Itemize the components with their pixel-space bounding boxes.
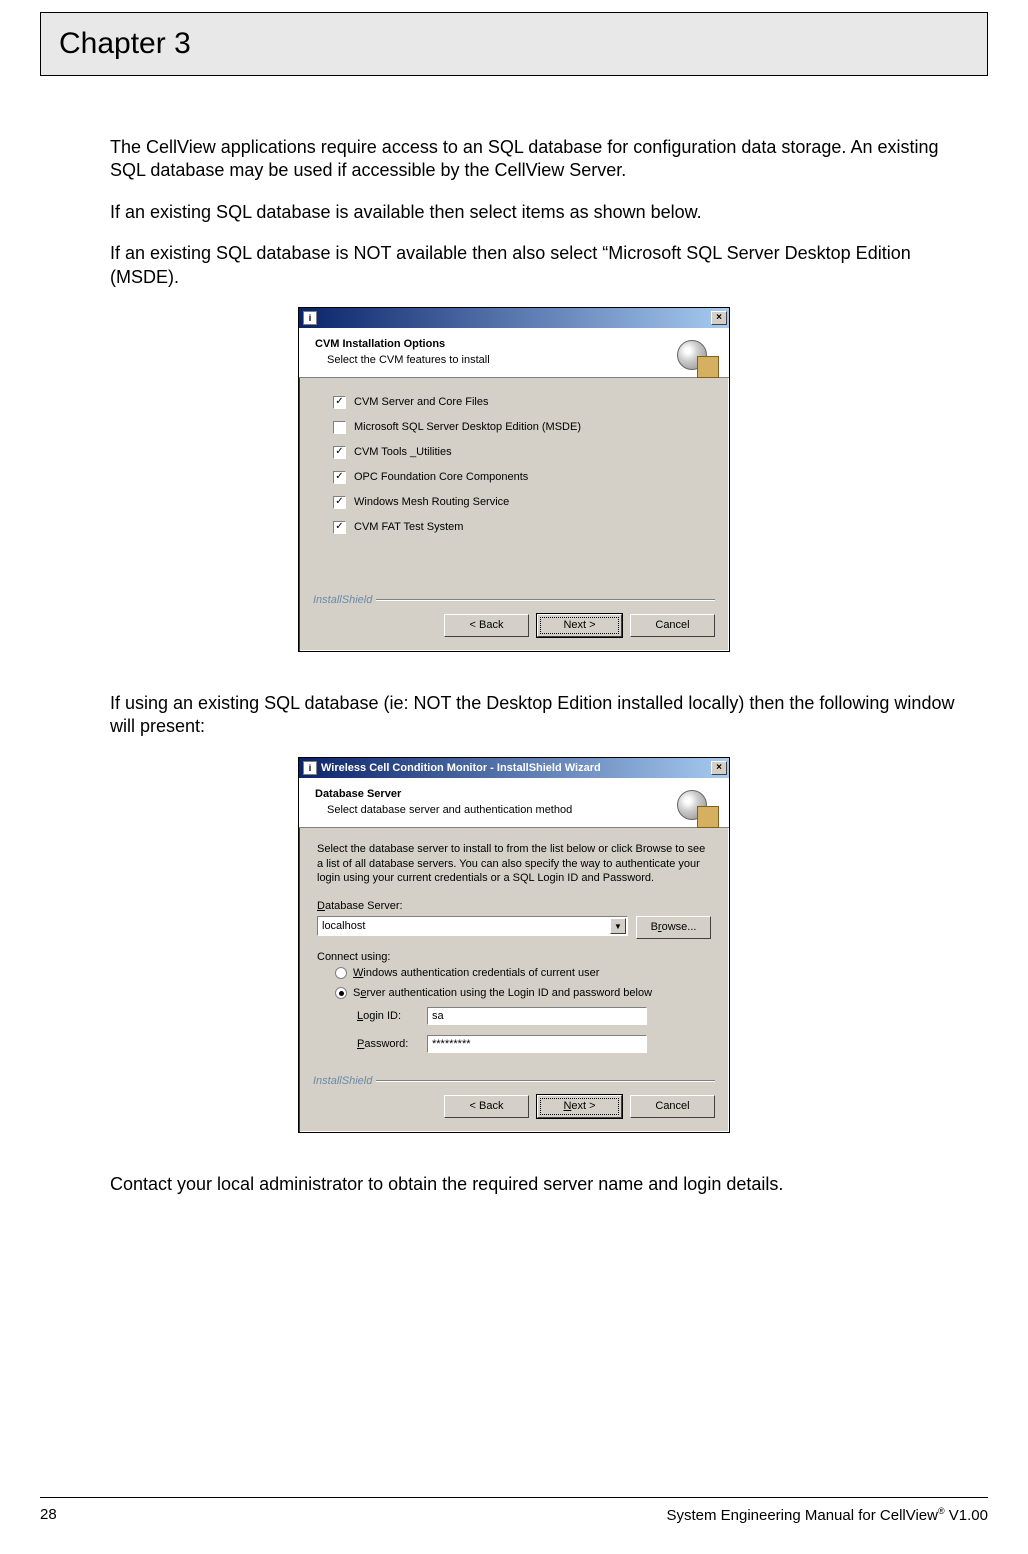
paragraph: The CellView applications require access… — [110, 136, 978, 183]
chapter-header: Chapter 3 — [40, 12, 988, 76]
chevron-down-icon[interactable]: ▼ — [610, 918, 626, 934]
checkbox-icon[interactable]: ✓ — [333, 496, 346, 509]
checkbox-label: Windows Mesh Routing Service — [354, 496, 509, 508]
browse-button[interactable]: Browse... — [636, 916, 711, 939]
title-icon: i — [303, 761, 317, 775]
dialog-footer: InstallShield < Back Next > Cancel — [299, 1069, 729, 1132]
checkbox-label: CVM FAT Test System — [354, 521, 463, 533]
paragraph: Contact your local administrator to obta… — [110, 1173, 978, 1196]
checkbox-row[interactable]: ✓ CVM Tools _Utilities — [333, 446, 711, 459]
close-icon[interactable]: × — [711, 761, 727, 775]
chapter-title: Chapter 3 — [59, 27, 969, 61]
doc-title: System Engineering Manual for CellView® … — [666, 1506, 988, 1524]
checkbox-row[interactable]: ✓ OPC Foundation Core Components — [333, 471, 711, 484]
checkbox-label: CVM Server and Core Files — [354, 396, 489, 408]
dialog-subtitle: Select the CVM features to install — [327, 354, 715, 366]
dialog-header: CVM Installation Options Select the CVM … — [299, 328, 729, 378]
installer-art-icon — [671, 784, 719, 828]
titlebar: i × — [299, 308, 729, 328]
dialog-subtitle: Select database server and authenticatio… — [327, 804, 715, 816]
page-number: 28 — [40, 1506, 57, 1524]
checkbox-row[interactable]: ✓ Windows Mesh Routing Service — [333, 496, 711, 509]
dialog-description: Select the database server to install to… — [317, 842, 711, 887]
db-server-label: Database Server: — [317, 900, 711, 912]
checkbox-icon[interactable] — [333, 421, 346, 434]
checkbox-icon[interactable]: ✓ — [333, 521, 346, 534]
checkbox-label: CVM Tools _Utilities — [354, 446, 452, 458]
radio-icon[interactable] — [335, 987, 347, 999]
dialog-body: Select the database server to install to… — [299, 828, 729, 1070]
titlebar-text: Wireless Cell Condition Monitor - Instal… — [321, 762, 601, 774]
installshield-label: InstallShield — [313, 1075, 372, 1087]
radio-server-auth[interactable]: Server authentication using the Login ID… — [335, 987, 711, 999]
close-icon[interactable]: × — [711, 311, 727, 325]
cancel-button[interactable]: Cancel — [630, 614, 715, 637]
checkbox-row[interactable]: Microsoft SQL Server Desktop Edition (MS… — [333, 421, 711, 434]
radio-icon[interactable] — [335, 967, 347, 979]
dialog-title: Database Server — [315, 788, 715, 800]
checkbox-label: OPC Foundation Core Components — [354, 471, 528, 483]
db-server-combo[interactable]: localhost ▼ — [317, 916, 628, 936]
dialog-footer: InstallShield < Back Next > Cancel — [299, 588, 729, 651]
checkbox-label: Microsoft SQL Server Desktop Edition (MS… — [354, 421, 581, 433]
back-button[interactable]: < Back — [444, 1095, 529, 1118]
login-id-input[interactable]: sa — [427, 1007, 647, 1025]
radio-windows-auth[interactable]: Windows authentication credentials of cu… — [335, 967, 711, 979]
password-label: Password: — [357, 1038, 427, 1050]
cancel-button[interactable]: Cancel — [630, 1095, 715, 1118]
checkbox-row[interactable]: ✓ CVM Server and Core Files — [333, 396, 711, 409]
dialog-cvm-installation-options: i × CVM Installation Options Select the … — [298, 307, 730, 652]
title-icon: i — [303, 311, 317, 325]
installer-art-icon — [671, 334, 719, 378]
checkbox-icon[interactable]: ✓ — [333, 446, 346, 459]
login-id-label: Login ID: — [357, 1010, 427, 1022]
paragraph: If an existing SQL database is NOT avail… — [110, 242, 978, 289]
password-input[interactable]: ********* — [427, 1035, 647, 1053]
divider — [376, 599, 715, 601]
next-button[interactable]: Next > — [537, 614, 622, 637]
dialog-title: CVM Installation Options — [315, 338, 715, 350]
page-footer: 28 System Engineering Manual for CellVie… — [40, 1497, 988, 1524]
divider — [376, 1080, 715, 1082]
back-button[interactable]: < Back — [444, 614, 529, 637]
paragraph: If using an existing SQL database (ie: N… — [110, 692, 978, 739]
checkbox-icon[interactable]: ✓ — [333, 396, 346, 409]
connect-using-label: Connect using: — [317, 951, 711, 963]
next-button[interactable]: Next > — [537, 1095, 622, 1118]
checkbox-icon[interactable]: ✓ — [333, 471, 346, 484]
titlebar: i Wireless Cell Condition Monitor - Inst… — [299, 758, 729, 778]
checkbox-row[interactable]: ✓ CVM FAT Test System — [333, 521, 711, 534]
dialog-header: Database Server Select database server a… — [299, 778, 729, 828]
dialog-database-server: i Wireless Cell Condition Monitor - Inst… — [298, 757, 730, 1134]
paragraph: If an existing SQL database is available… — [110, 201, 978, 224]
dialog-body: ✓ CVM Server and Core Files Microsoft SQL… — [299, 378, 729, 588]
db-server-value: localhost — [322, 920, 365, 932]
installshield-label: InstallShield — [313, 594, 372, 606]
